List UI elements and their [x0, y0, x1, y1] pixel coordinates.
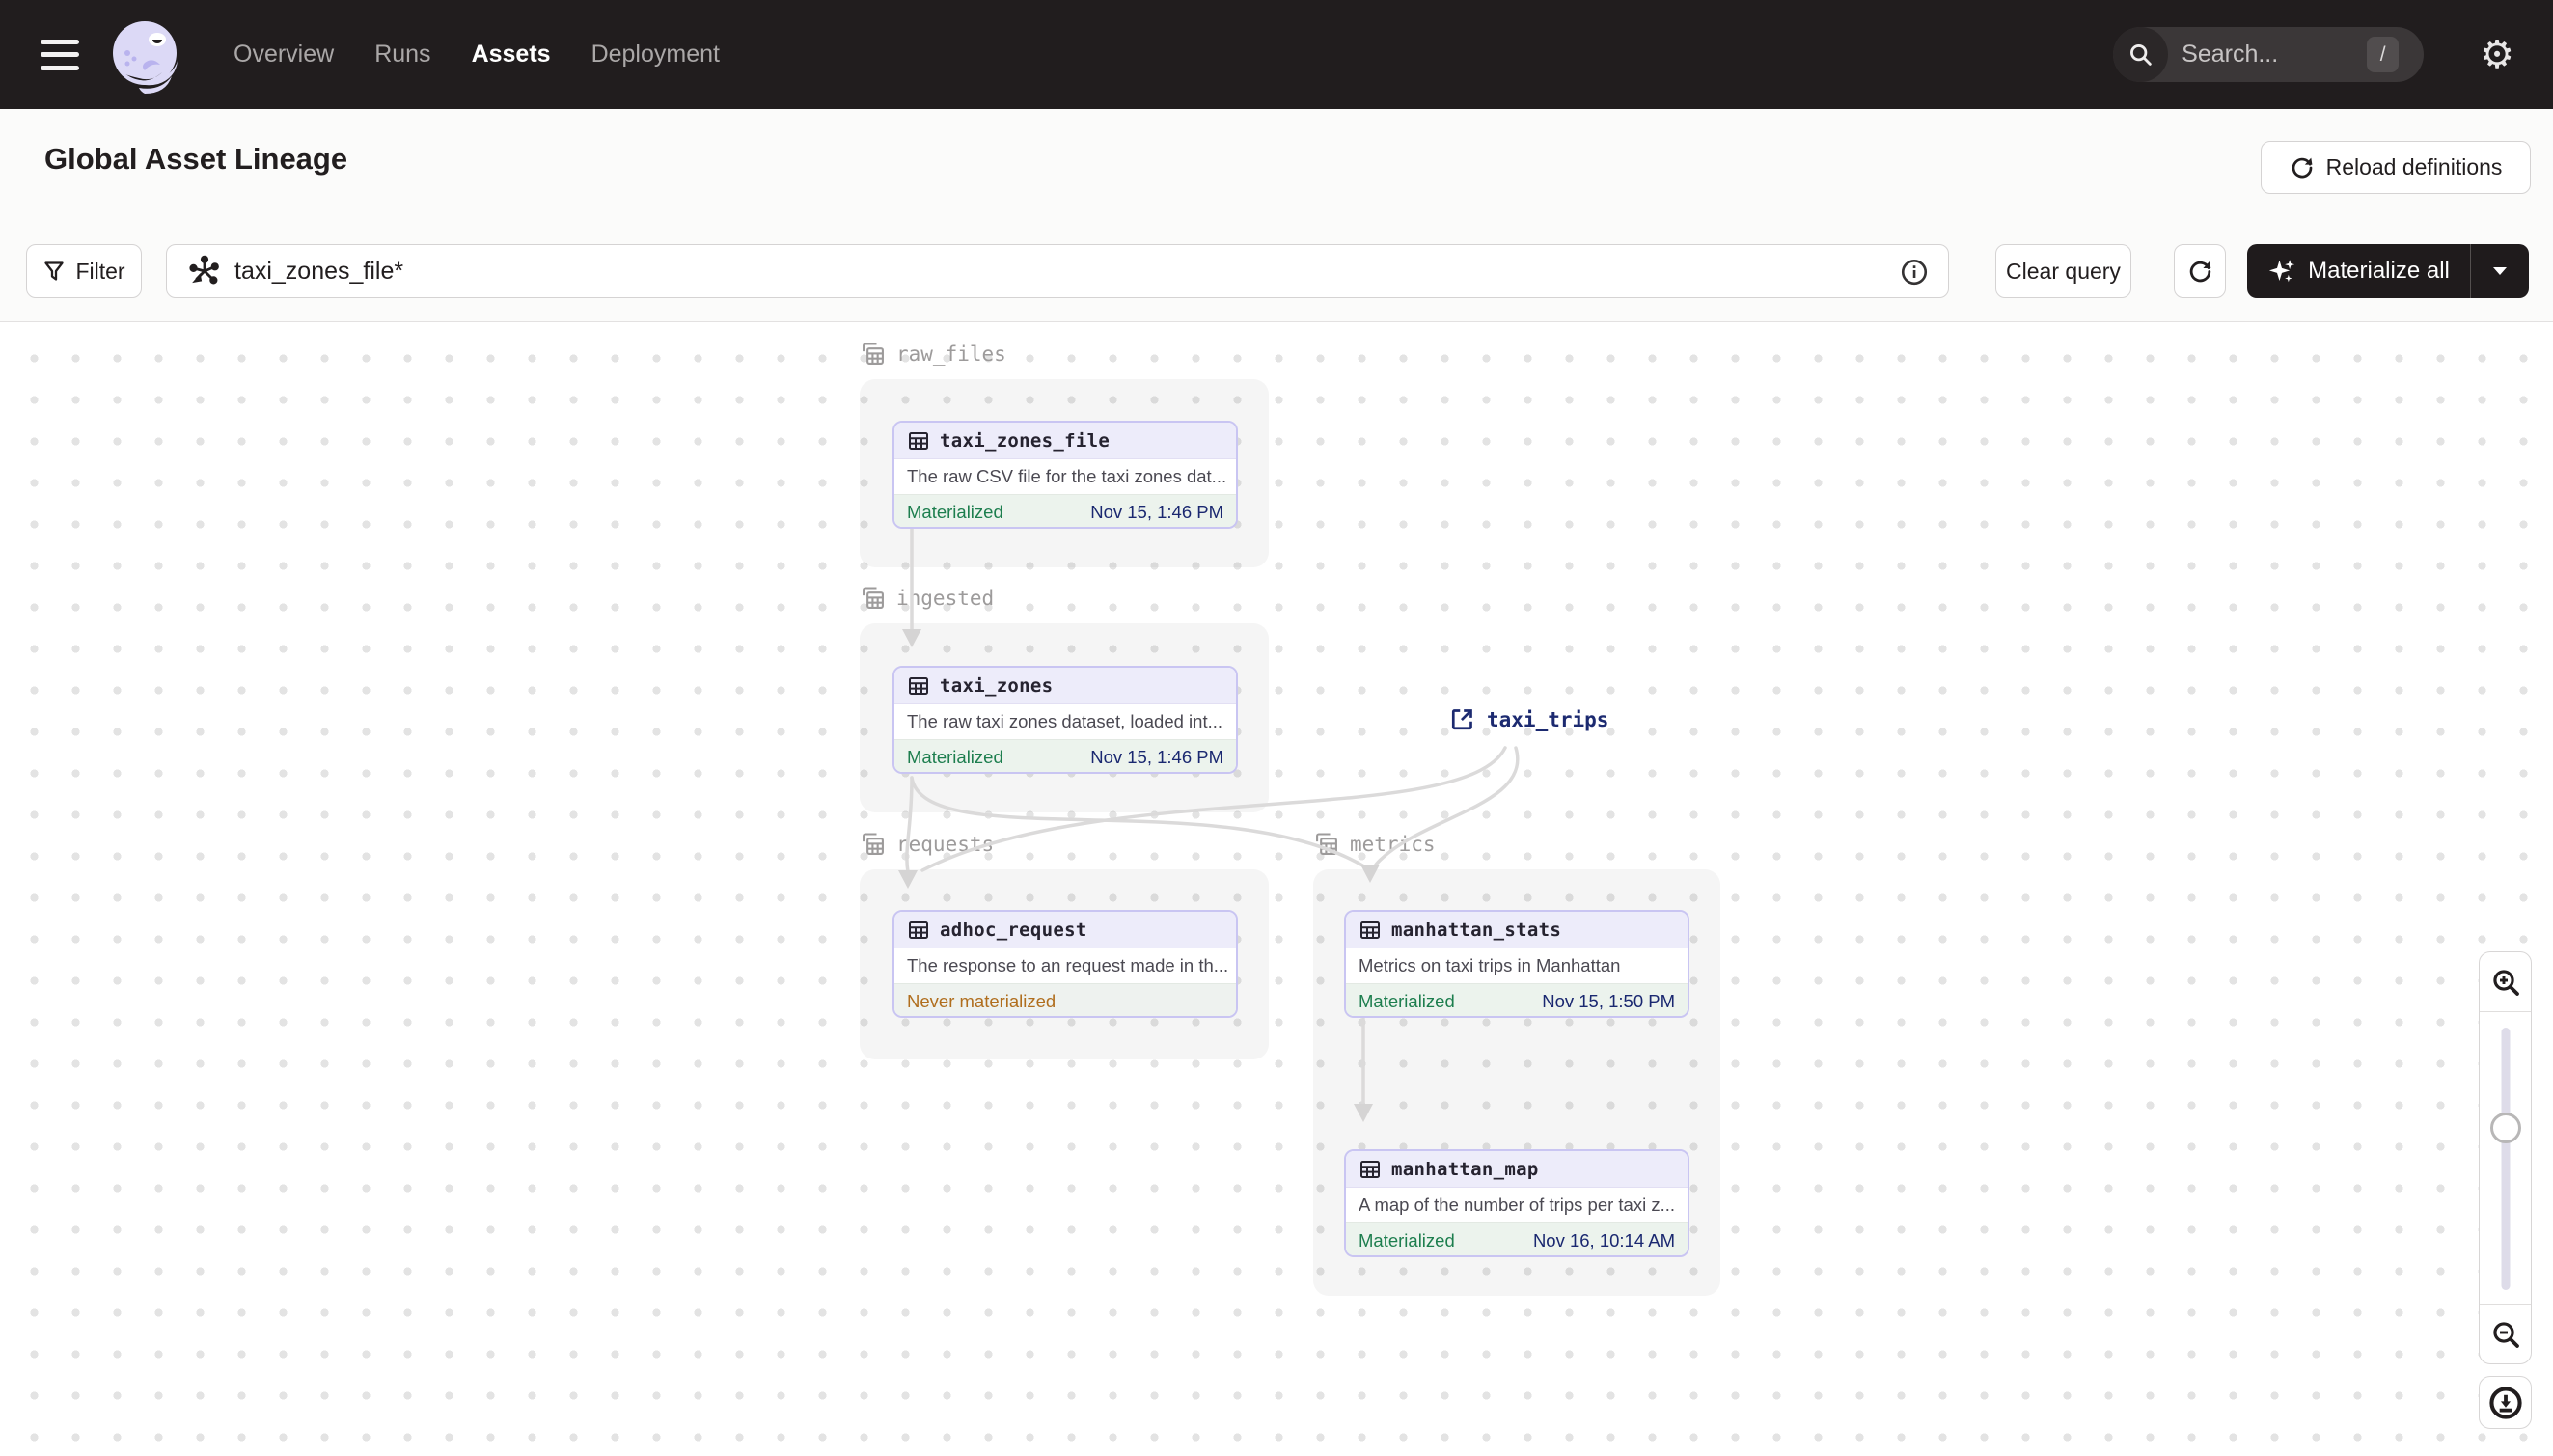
status-badge: Materialized — [907, 501, 1003, 522]
materialization-timestamp: Nov 15, 1:46 PM — [1090, 501, 1223, 522]
chevron-down-icon — [2493, 267, 2507, 275]
dagster-logo-icon — [113, 20, 178, 94]
zoom-slider-track[interactable] — [2501, 1028, 2510, 1290]
materialize-options-caret[interactable] — [2471, 266, 2529, 276]
status-badge: Materialized — [1359, 990, 1455, 1011]
group-table-icon — [1316, 833, 1337, 855]
gear-icon[interactable]: ⚙ — [2480, 36, 2514, 74]
external-asset-taxi_trips[interactable]: taxi_trips — [1449, 706, 1608, 732]
table-icon — [909, 431, 928, 450]
tab-overview[interactable]: Overview — [233, 41, 334, 69]
asset-node-manhattan_stats[interactable]: manhattan_stats Metrics on taxi trips in… — [1344, 910, 1689, 1018]
graph-query-icon — [189, 255, 219, 285]
filter-button[interactable]: Filter — [26, 244, 142, 298]
group-table-icon — [863, 587, 884, 609]
asset-description: The response to an request made in th... — [894, 948, 1236, 983]
menu-icon[interactable] — [41, 39, 79, 70]
external-link-icon — [1451, 709, 1472, 730]
group-label-ingested[interactable]: ingested — [860, 585, 994, 612]
zoom-in-button[interactable] — [2480, 952, 2531, 1012]
search-input[interactable]: Search... / — [2113, 27, 2425, 82]
zoom-in-icon — [2492, 969, 2519, 996]
status-badge: Materialized — [1359, 1229, 1455, 1250]
group-table-icon — [863, 343, 884, 365]
asset-node-manhattan_map[interactable]: manhattan_map A map of the number of tri… — [1344, 1149, 1689, 1257]
group-label-requests[interactable]: requests — [860, 831, 994, 858]
table-icon — [909, 920, 928, 939]
refresh-icon — [2189, 261, 2210, 282]
table-icon — [909, 676, 928, 695]
asset-status-bar: Materialized Nov 16, 10:14 AM — [1346, 1222, 1688, 1255]
refresh-button[interactable] — [2174, 244, 2226, 298]
tab-runs[interactable]: Runs — [374, 41, 430, 69]
download-icon — [2488, 1386, 2522, 1419]
reload-definitions-button[interactable]: Reload definitions — [2261, 141, 2531, 194]
filter-icon — [44, 261, 65, 281]
page-title: Global Asset Lineage — [44, 142, 348, 176]
asset-description: A map of the number of trips per taxi z.… — [1346, 1188, 1688, 1222]
search-icon — [2113, 27, 2169, 82]
nav-tabs: Overview Runs Assets Deployment — [233, 41, 720, 69]
zoom-panel — [2479, 951, 2532, 1364]
asset-description: Metrics on taxi trips in Manhattan — [1346, 948, 1688, 983]
status-badge: Materialized — [907, 746, 1003, 767]
reload-icon — [2292, 157, 2312, 178]
download-view-button[interactable] — [2479, 1376, 2532, 1429]
asset-description: The raw CSV file for the taxi zones dat.… — [894, 459, 1236, 494]
asset-status-bar: Materialized Nov 15, 1:46 PM — [894, 494, 1236, 527]
info-icon[interactable] — [1900, 258, 1929, 287]
zoom-out-icon — [2492, 1321, 2519, 1348]
table-icon — [1360, 920, 1380, 939]
materialize-all-button[interactable]: Materialize all — [2247, 257, 2470, 286]
materialization-timestamp: Nov 15, 1:50 PM — [1542, 990, 1675, 1011]
asset-node-taxi_zones[interactable]: taxi_zones The raw taxi zones dataset, l… — [892, 666, 1238, 774]
sparkles-icon — [2269, 260, 2295, 283]
asset-query-value: taxi_zones_file* — [234, 257, 404, 285]
asset-status-bar: Materialized Nov 15, 1:46 PM — [894, 739, 1236, 772]
group-table-icon — [863, 833, 884, 855]
materialization-timestamp: Nov 16, 10:14 AM — [1532, 1229, 1675, 1250]
group-label-raw-files[interactable]: raw_files — [860, 341, 1006, 368]
asset-description: The raw taxi zones dataset, loaded int..… — [894, 704, 1236, 739]
tab-assets[interactable]: Assets — [472, 41, 551, 69]
lineage-canvas: raw_files ingested requests metrics taxi… — [0, 321, 2553, 1455]
tab-deployment[interactable]: Deployment — [591, 41, 720, 69]
group-label-metrics[interactable]: metrics — [1313, 831, 1436, 858]
zoom-out-button[interactable] — [2480, 1304, 2531, 1363]
asset-node-taxi_zones_file[interactable]: taxi_zones_file The raw CSV file for the… — [892, 421, 1238, 529]
status-badge: Never materialized — [907, 990, 1057, 1011]
lineage-edges — [898, 527, 1520, 1122]
asset-query-input[interactable]: taxi_zones_file* — [166, 244, 1949, 298]
clear-query-button[interactable]: Clear query — [1995, 244, 2131, 298]
materialize-all-split-button: Materialize all — [2247, 244, 2529, 298]
top-navbar: Overview Runs Assets Deployment Search..… — [0, 0, 2553, 109]
search-placeholder: Search... — [2182, 41, 2279, 68]
asset-status-bar: Never materialized — [894, 983, 1236, 1016]
materialization-timestamp: Nov 15, 1:46 PM — [1090, 746, 1223, 767]
asset-status-bar: Materialized Nov 15, 1:50 PM — [1346, 983, 1688, 1016]
table-icon — [1360, 1160, 1380, 1178]
zoom-slider-thumb[interactable] — [2489, 1113, 2521, 1143]
search-shortcut-badge: / — [2367, 37, 2400, 72]
asset-node-adhoc_request[interactable]: adhoc_request The response to an request… — [892, 910, 1238, 1018]
